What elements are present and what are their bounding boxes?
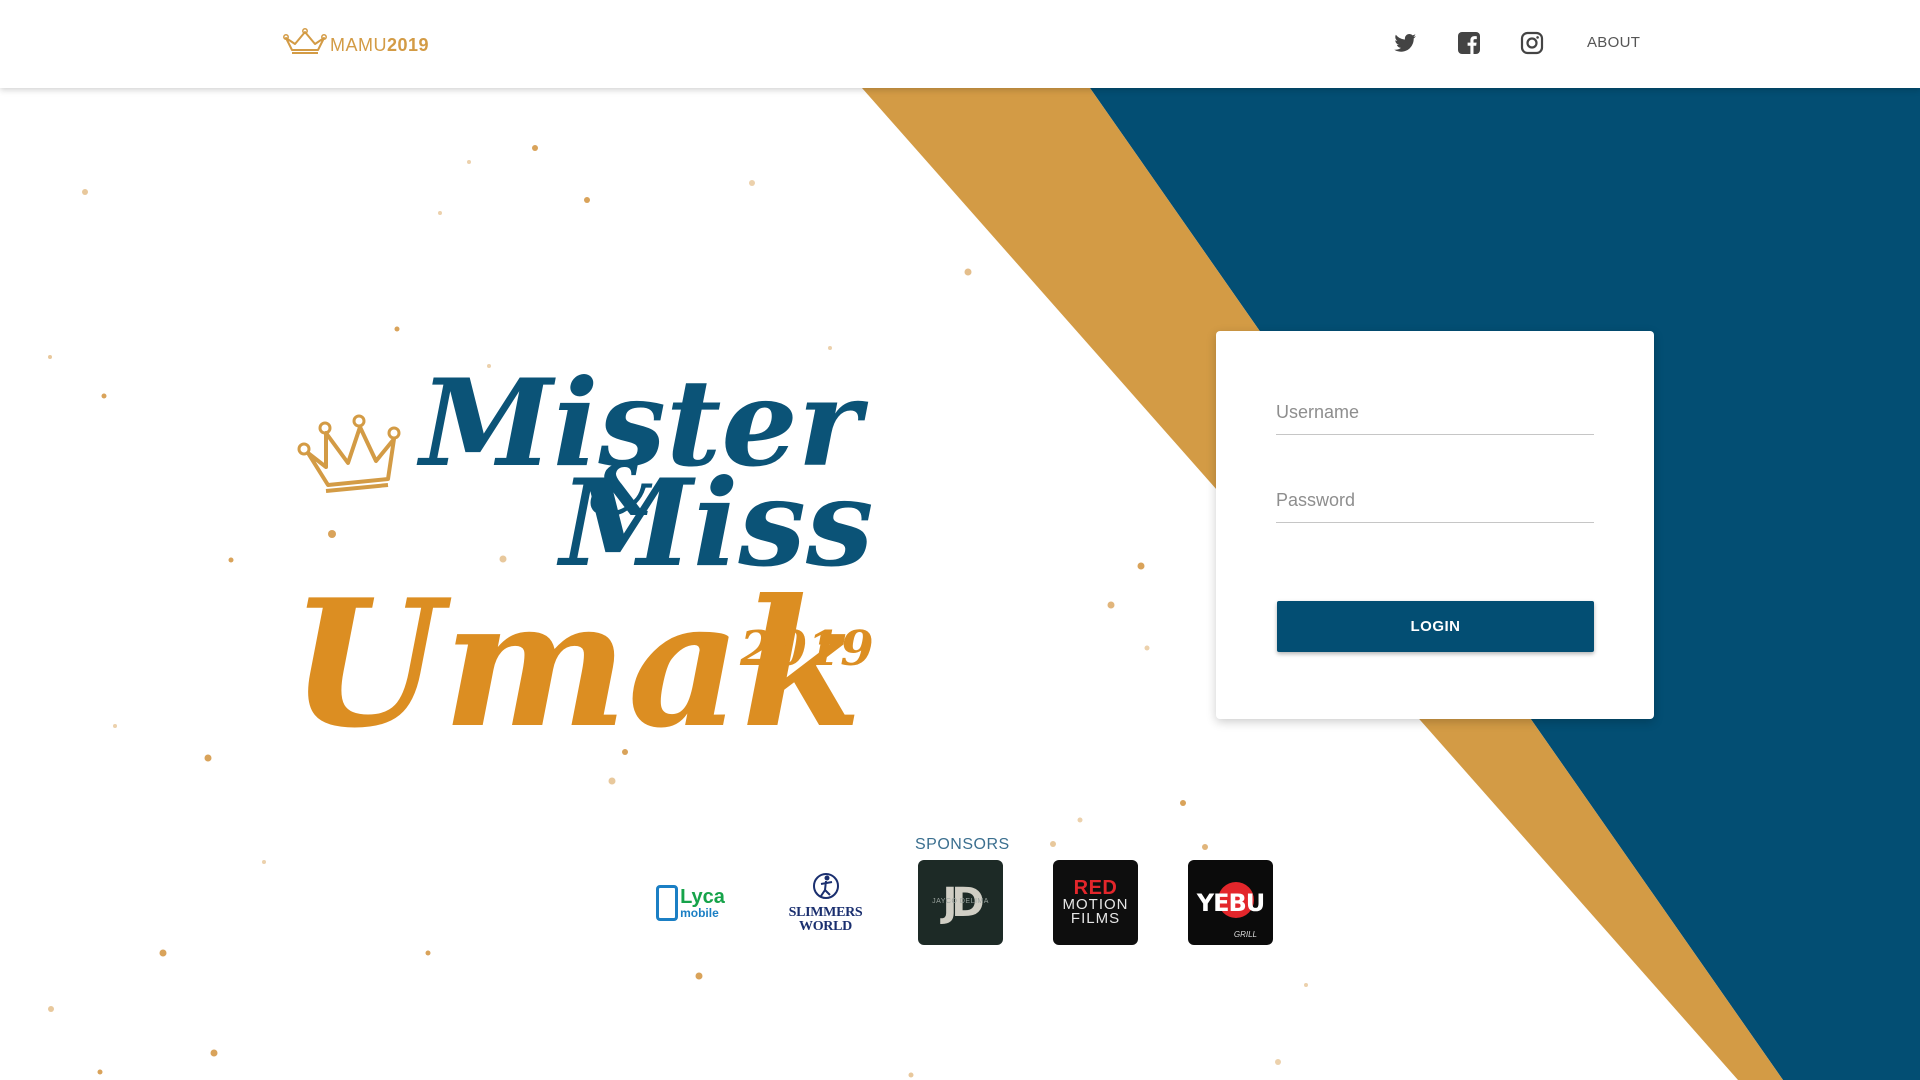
crown-icon (297, 414, 401, 493)
twitter-icon[interactable] (1392, 30, 1418, 56)
figure-icon (812, 872, 839, 899)
username-field[interactable] (1276, 391, 1594, 435)
brand-logo[interactable]: MAMU2019 (282, 28, 429, 56)
sponsor-yebu-grill[interactable]: YEBU GRILL (1188, 860, 1273, 945)
sponsor-jayco-delima[interactable]: JD JAYCO DELIMA (918, 860, 1003, 945)
event-logo-graphic: Mister & Miss Umak 2019 (290, 353, 874, 767)
login-button[interactable]: LOGIN (1277, 601, 1594, 652)
event-logo: Mister & Miss Umak 2019 (290, 335, 874, 795)
login-card: LOGIN (1216, 331, 1654, 719)
instagram-icon[interactable] (1519, 30, 1545, 56)
phone-icon (656, 884, 679, 921)
password-field[interactable] (1276, 479, 1594, 523)
facebook-icon[interactable] (1456, 30, 1482, 56)
about-link[interactable]: ABOUT (1587, 34, 1640, 51)
title-year: 2019 (739, 621, 874, 677)
crown-icon (283, 28, 327, 54)
brand-name: MAMU2019 (330, 34, 430, 55)
top-navbar: MAMU2019 ABOUT (0, 0, 1920, 88)
sponsor-lyca-mobile[interactable]: Lyca mobile (648, 860, 733, 945)
sponsor-red-motion-films[interactable]: RED MOTION FILMS (1053, 860, 1138, 945)
sponsor-slimmers-world[interactable]: SLIMMERS WORLD (783, 860, 868, 945)
